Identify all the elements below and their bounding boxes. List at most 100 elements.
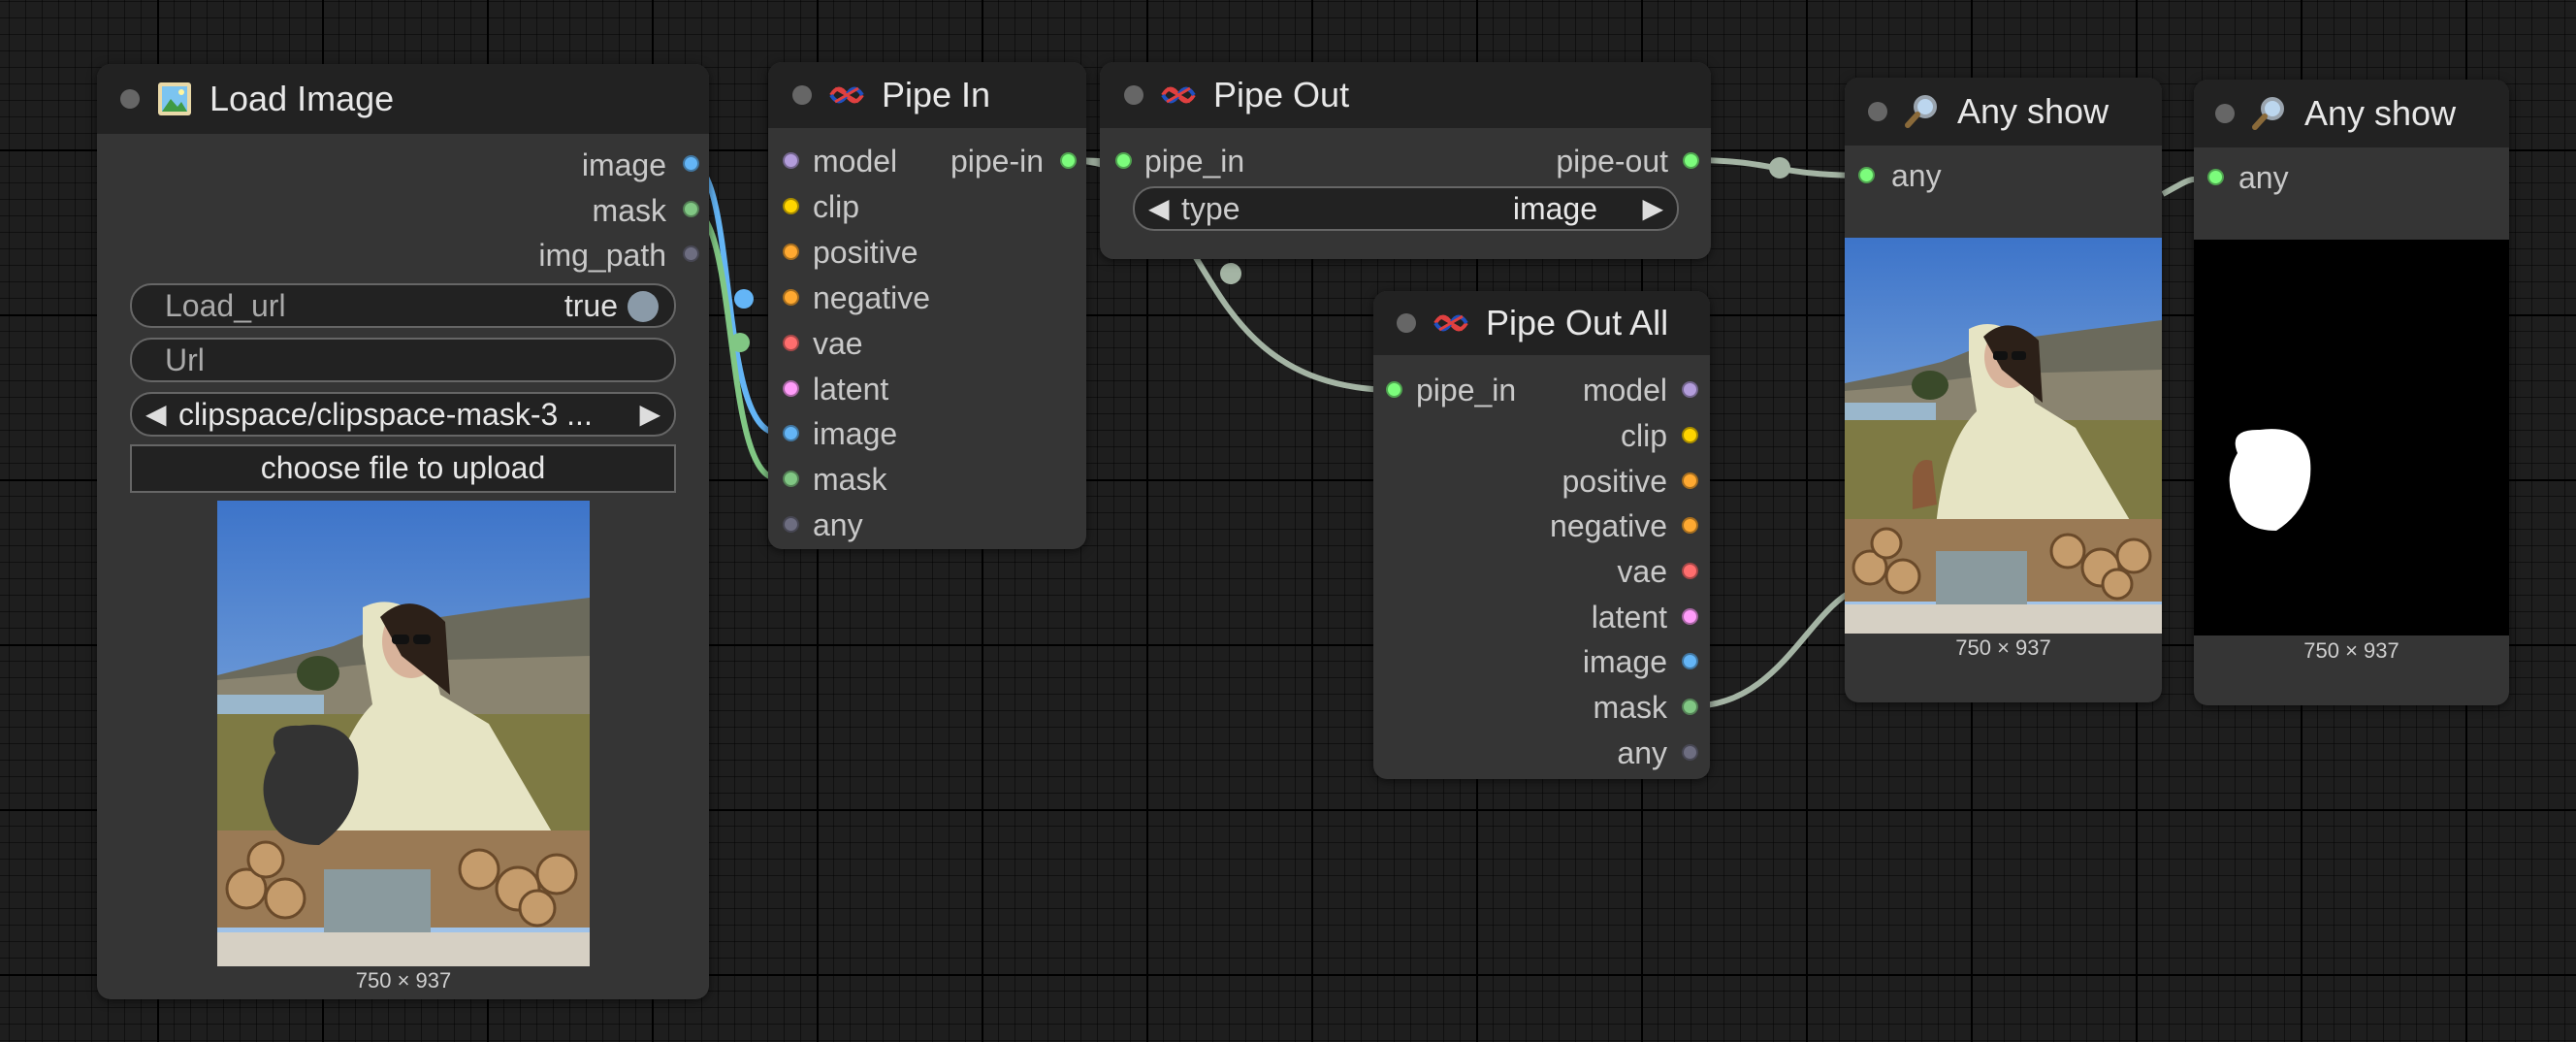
output-mask-dot[interactable] (1682, 699, 1698, 715)
output-pipe-out-label: pipe-out (1556, 144, 1668, 179)
picture-frame-icon (155, 80, 194, 118)
output-clip-dot[interactable] (1682, 427, 1698, 443)
input-negative-dot[interactable] (783, 289, 799, 306)
toggle-knob-icon[interactable] (628, 291, 659, 322)
output-model-label: model (1582, 373, 1667, 407)
output-any-dot[interactable] (1682, 744, 1698, 761)
combo-next-arrow-icon[interactable]: ▶ (639, 394, 660, 435)
input-any-dot[interactable] (2207, 169, 2224, 185)
output-negative-dot[interactable] (1682, 517, 1698, 534)
any-show-node-2[interactable]: Any show any 750 × 937 (2194, 80, 2509, 705)
image-file-combo[interactable]: ◀ clipspace/clipspace-mask-3 ... ▶ (130, 392, 676, 437)
choose-file-button[interactable]: choose file to upload (130, 444, 676, 493)
input-clip-label: clip (813, 189, 860, 224)
collapse-dot-icon[interactable] (792, 85, 812, 105)
collapse-dot-icon[interactable] (1397, 313, 1416, 333)
load-image-node[interactable]: Load Image image mask img_path Load_url … (97, 64, 709, 999)
link-reroute-dot[interactable] (734, 289, 754, 309)
output-positive-dot[interactable] (1682, 472, 1698, 489)
input-positive-dot[interactable] (783, 244, 799, 260)
link-reroute-dot[interactable] (1220, 263, 1241, 284)
output-clip-label: clip (1620, 418, 1667, 453)
input-pipe-in-dot[interactable] (1115, 152, 1132, 169)
url-placeholder: Url (165, 342, 205, 377)
image-dimensions: 750 × 937 (1955, 635, 2051, 660)
input-model-dot[interactable] (783, 152, 799, 169)
any-show-title-bar[interactable]: Any show (1845, 78, 2162, 146)
pipe-out-title-bar[interactable]: Pipe Out (1100, 62, 1711, 128)
input-any-dot[interactable] (1858, 167, 1875, 183)
node-title: Pipe In (882, 75, 991, 114)
output-any-label: any (1617, 735, 1667, 770)
input-any-label: any (813, 507, 863, 542)
image-dimensions: 750 × 937 (355, 968, 452, 993)
output-model-dot[interactable] (1682, 381, 1698, 398)
pipe-out-all-node[interactable]: Pipe Out All pipe_in model clip positive… (1373, 291, 1710, 779)
output-image-dot[interactable] (683, 155, 699, 172)
collapse-dot-icon[interactable] (120, 89, 140, 109)
node-title: Pipe Out All (1486, 303, 1669, 342)
link-reroute-dot[interactable] (1769, 157, 1790, 179)
collapse-dot-icon[interactable] (2215, 104, 2235, 123)
combo-next-arrow-icon[interactable]: ▶ (1642, 188, 1663, 229)
url-input[interactable]: Url (130, 338, 676, 382)
load-image-title-bar[interactable]: Load Image (97, 64, 709, 134)
input-any-dot[interactable] (783, 516, 799, 533)
any-show-node-1[interactable]: Any show any 750 × 937 (1845, 78, 2162, 702)
output-image-dot[interactable] (1682, 653, 1698, 669)
collapse-dot-icon[interactable] (1868, 102, 1887, 121)
load-url-toggle[interactable]: Load_url true (130, 283, 676, 328)
input-any-label: any (2238, 160, 2289, 195)
output-vae-label: vae (1617, 554, 1667, 589)
input-any-label: any (1891, 158, 1942, 193)
input-pipe-in-label: pipe_in (1416, 373, 1517, 407)
input-pipe-in-label: pipe_in (1144, 144, 1245, 179)
input-clip-dot[interactable] (783, 198, 799, 214)
type-combo[interactable]: ◀ type image ▶ (1133, 186, 1679, 231)
output-mask-dot[interactable] (683, 201, 699, 217)
load-url-value: true (564, 288, 618, 323)
input-pipe-in-dot[interactable] (1386, 381, 1402, 398)
pipe-in-title-bar[interactable]: Pipe In (768, 62, 1086, 128)
type-value: image (1512, 191, 1597, 226)
output-negative-label: negative (1550, 508, 1667, 543)
input-latent-dot[interactable] (783, 380, 799, 397)
pipe-knot-icon (1159, 76, 1198, 114)
node-title: Any show (2304, 93, 2457, 133)
input-vae-dot[interactable] (783, 335, 799, 351)
magnifier-icon (2250, 94, 2289, 133)
node-title: Any show (1957, 91, 2109, 131)
input-image-dot[interactable] (783, 425, 799, 441)
output-pipe-in-label: pipe-in (950, 144, 1044, 179)
output-img-path-dot[interactable] (683, 245, 699, 262)
output-latent-dot[interactable] (1682, 608, 1698, 625)
node-title: Load Image (209, 79, 395, 118)
input-mask-dot[interactable] (783, 471, 799, 487)
pipe-knot-icon (827, 76, 866, 114)
combo-prev-arrow-icon[interactable]: ◀ (145, 394, 167, 435)
input-positive-label: positive (813, 235, 918, 270)
output-pipe-out-dot[interactable] (1683, 152, 1699, 169)
output-mask-label: mask (1593, 690, 1667, 725)
combo-prev-arrow-icon[interactable]: ◀ (1148, 188, 1170, 229)
output-image-label: image (581, 147, 666, 182)
any-show-title-bar[interactable]: Any show (2194, 80, 2509, 147)
output-image-label: image (1582, 644, 1667, 679)
link-reroute-dot[interactable] (730, 333, 750, 352)
input-latent-label: latent (813, 372, 889, 407)
output-positive-label: positive (1562, 464, 1668, 499)
pipe-out-all-title-bar[interactable]: Pipe Out All (1373, 291, 1710, 355)
pipe-in-node[interactable]: Pipe In model clip positive negative vae… (768, 62, 1086, 549)
image-preview (1845, 238, 2162, 634)
output-pipe-in-dot[interactable] (1060, 152, 1077, 169)
input-negative-label: negative (813, 280, 930, 315)
input-image-label: image (813, 416, 898, 451)
output-vae-dot[interactable] (1682, 563, 1698, 579)
input-model-label: model (813, 144, 898, 179)
pipe-out-node[interactable]: Pipe Out pipe_in pipe-out ◀ type image ▶ (1100, 62, 1711, 259)
input-vae-label: vae (813, 326, 863, 361)
collapse-dot-icon[interactable] (1124, 85, 1143, 105)
image-file-value: clipspace/clipspace-mask-3 ... (178, 397, 593, 432)
mask-preview (2194, 240, 2509, 635)
link-pipe-out (1690, 157, 1867, 179)
